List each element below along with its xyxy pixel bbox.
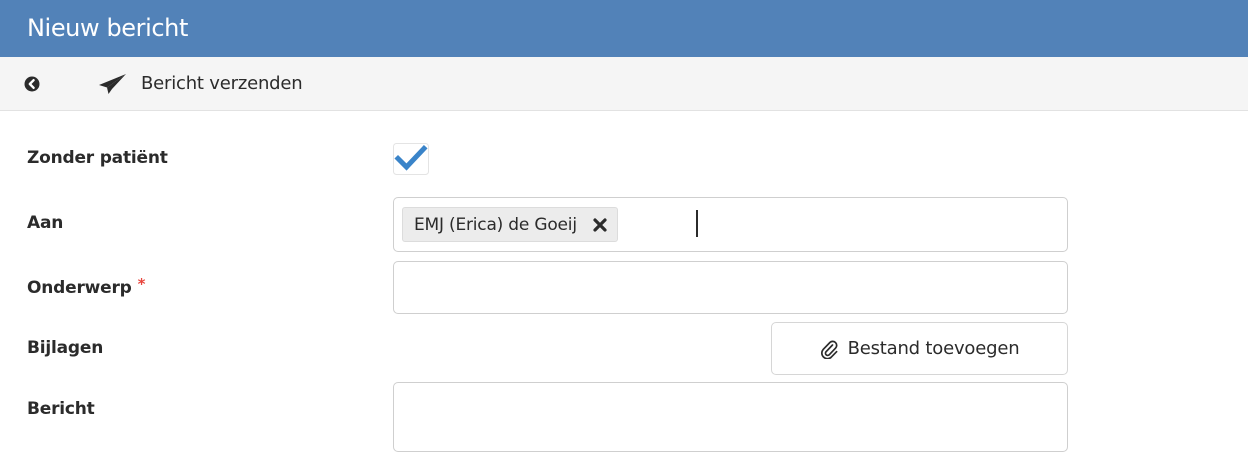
onderwerp-label-text: Onderwerp [27, 278, 132, 298]
bericht-label: Bericht [27, 399, 95, 419]
recipient-chip: EMJ (Erica) de Goeij [402, 207, 618, 242]
window-titlebar: Nieuw bericht [0, 0, 1248, 57]
recipients-input[interactable]: EMJ (Erica) de Goeij [393, 197, 1068, 252]
subject-input[interactable] [394, 262, 1067, 313]
page-title: Nieuw bericht [27, 13, 189, 42]
bijlagen-label: Bijlagen [27, 338, 104, 358]
paperclip-icon [820, 339, 838, 359]
aan-label: Aan [27, 213, 64, 233]
remove-recipient-button[interactable] [593, 217, 607, 232]
text-caret [696, 210, 698, 237]
onderwerp-label: Onderwerp * [27, 275, 146, 298]
message-textarea[interactable] [393, 382, 1068, 452]
add-file-label: Bestand toevoegen [847, 338, 1020, 359]
zonder-patient-label: Zonder patiënt [27, 148, 168, 168]
send-message-label: Bericht verzenden [141, 73, 303, 94]
close-icon [593, 217, 607, 232]
zonder-patient-checkbox[interactable] [393, 143, 429, 175]
recipient-name: EMJ (Erica) de Goeij [414, 214, 577, 235]
paper-plane-icon [96, 73, 128, 95]
required-marker: * [137, 275, 146, 293]
toolbar: Bericht verzenden [0, 57, 1248, 111]
checkmark-icon [393, 143, 429, 175]
circle-arrow-left-icon [24, 76, 40, 92]
subject-field[interactable] [393, 261, 1068, 314]
back-button[interactable] [24, 57, 58, 110]
send-message-button[interactable]: Bericht verzenden [96, 57, 303, 110]
add-file-button[interactable]: Bestand toevoegen [771, 322, 1068, 375]
